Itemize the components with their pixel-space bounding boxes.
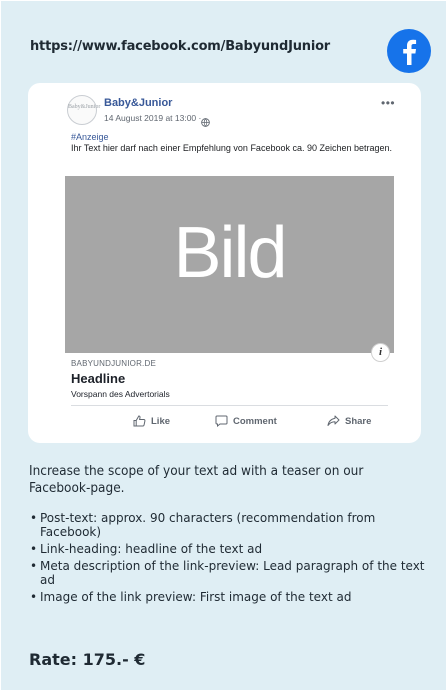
more-options-icon[interactable]: •••: [381, 96, 395, 110]
link-domain[interactable]: BABYUNDJUNIOR.DE: [71, 359, 156, 368]
like-label: Like: [151, 415, 171, 427]
info-icon[interactable]: i: [371, 343, 390, 362]
price-rate: Rate: 175.- €: [29, 650, 146, 669]
comment-icon: [215, 415, 228, 427]
link-headline[interactable]: Headline: [71, 371, 125, 386]
list-item: Meta description of the link-preview: Le…: [29, 559, 439, 587]
share-icon: [327, 415, 340, 427]
globe-icon: [201, 114, 210, 132]
comment-button[interactable]: Comment: [215, 415, 277, 427]
list-item: Image of the link preview: First image o…: [29, 590, 439, 604]
image-placeholder-label: Bild: [173, 213, 287, 293]
link-preview-image[interactable]: Bild: [65, 176, 394, 353]
facebook-page-url[interactable]: https://www.facebook.com/BabyundJunior: [30, 39, 330, 54]
avatar-text: Baby&Junior: [68, 104, 101, 110]
post-timestamp[interactable]: 14 August 2019 at 13:00 ·: [104, 113, 201, 123]
post-hashtag[interactable]: #Anzeige: [71, 132, 109, 142]
thumbs-up-icon: [133, 415, 146, 427]
post-text: Ihr Text hier darf nach einer Empfehlung…: [71, 143, 393, 153]
share-button[interactable]: Share: [327, 415, 371, 427]
feature-list: Post-text: approx. 90 characters (recomm…: [29, 511, 439, 607]
share-label: Share: [345, 415, 372, 427]
teaser-description: Increase the scope of your text ad with …: [29, 463, 364, 496]
comment-label: Comment: [233, 415, 277, 427]
list-item: Link-heading: headline of the text ad: [29, 542, 439, 556]
like-button[interactable]: Like: [133, 415, 170, 427]
list-item: Post-text: approx. 90 characters (recomm…: [29, 511, 439, 539]
facebook-logo-icon[interactable]: [387, 29, 431, 73]
link-description: Vorspann des Advertorials: [71, 389, 170, 399]
action-divider: [71, 405, 388, 406]
page-avatar[interactable]: Baby&Junior: [67, 95, 101, 125]
page-name[interactable]: Baby&Junior: [104, 97, 172, 109]
